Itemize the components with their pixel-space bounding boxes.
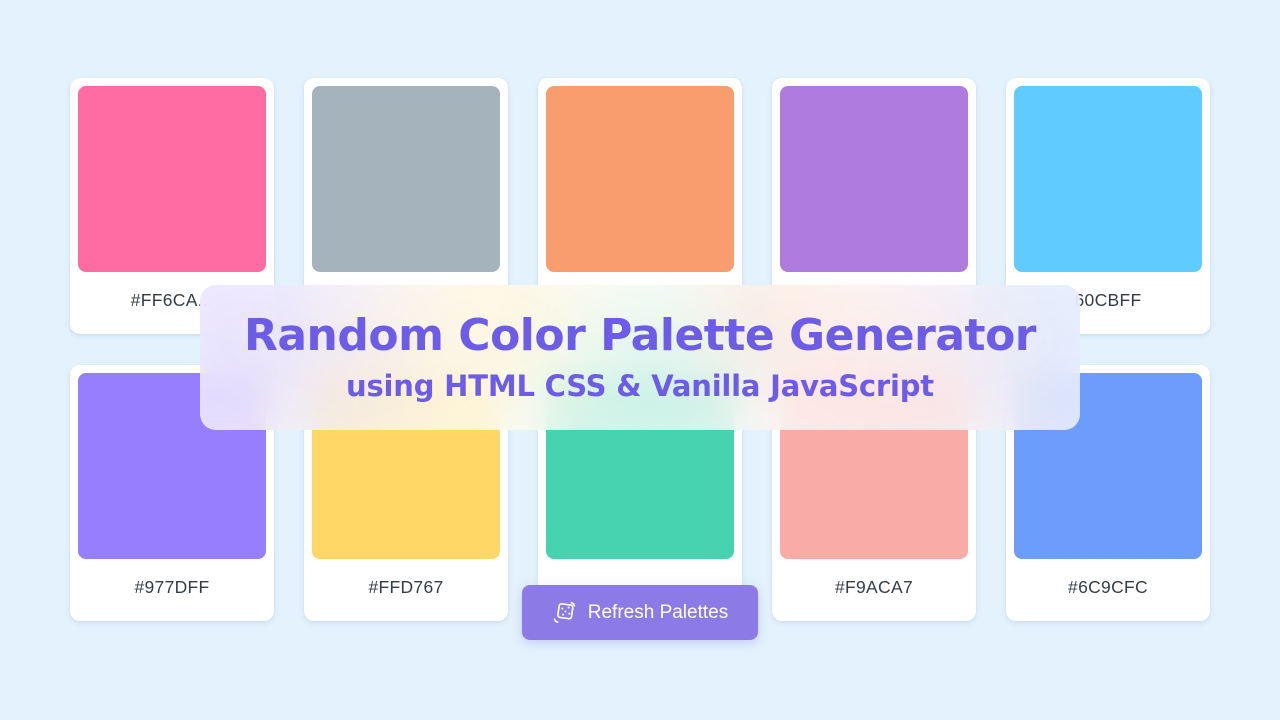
color-swatch[interactable] — [1014, 86, 1202, 272]
color-swatch[interactable] — [780, 86, 968, 272]
color-swatch[interactable] — [312, 86, 500, 272]
dice-roll-icon — [552, 600, 577, 625]
refresh-button-label: Refresh Palettes — [587, 601, 729, 623]
color-hex-label: #F9ACA7 — [835, 576, 913, 597]
color-hex-label: #FFD767 — [368, 576, 444, 597]
refresh-palettes-button[interactable]: Refresh Palettes — [522, 585, 758, 640]
color-swatch[interactable] — [78, 86, 266, 272]
color-hex-label: #6C9CFC — [1068, 576, 1148, 597]
page-title: Random Color Palette Generator — [243, 309, 1037, 361]
page-subtitle: using HTML CSS & Vanilla JavaScript — [346, 369, 934, 403]
title-overlay: Random Color Palette Generator using HTM… — [200, 285, 1080, 430]
color-hex-label: #977DFF — [134, 576, 210, 597]
color-swatch[interactable] — [546, 86, 734, 272]
